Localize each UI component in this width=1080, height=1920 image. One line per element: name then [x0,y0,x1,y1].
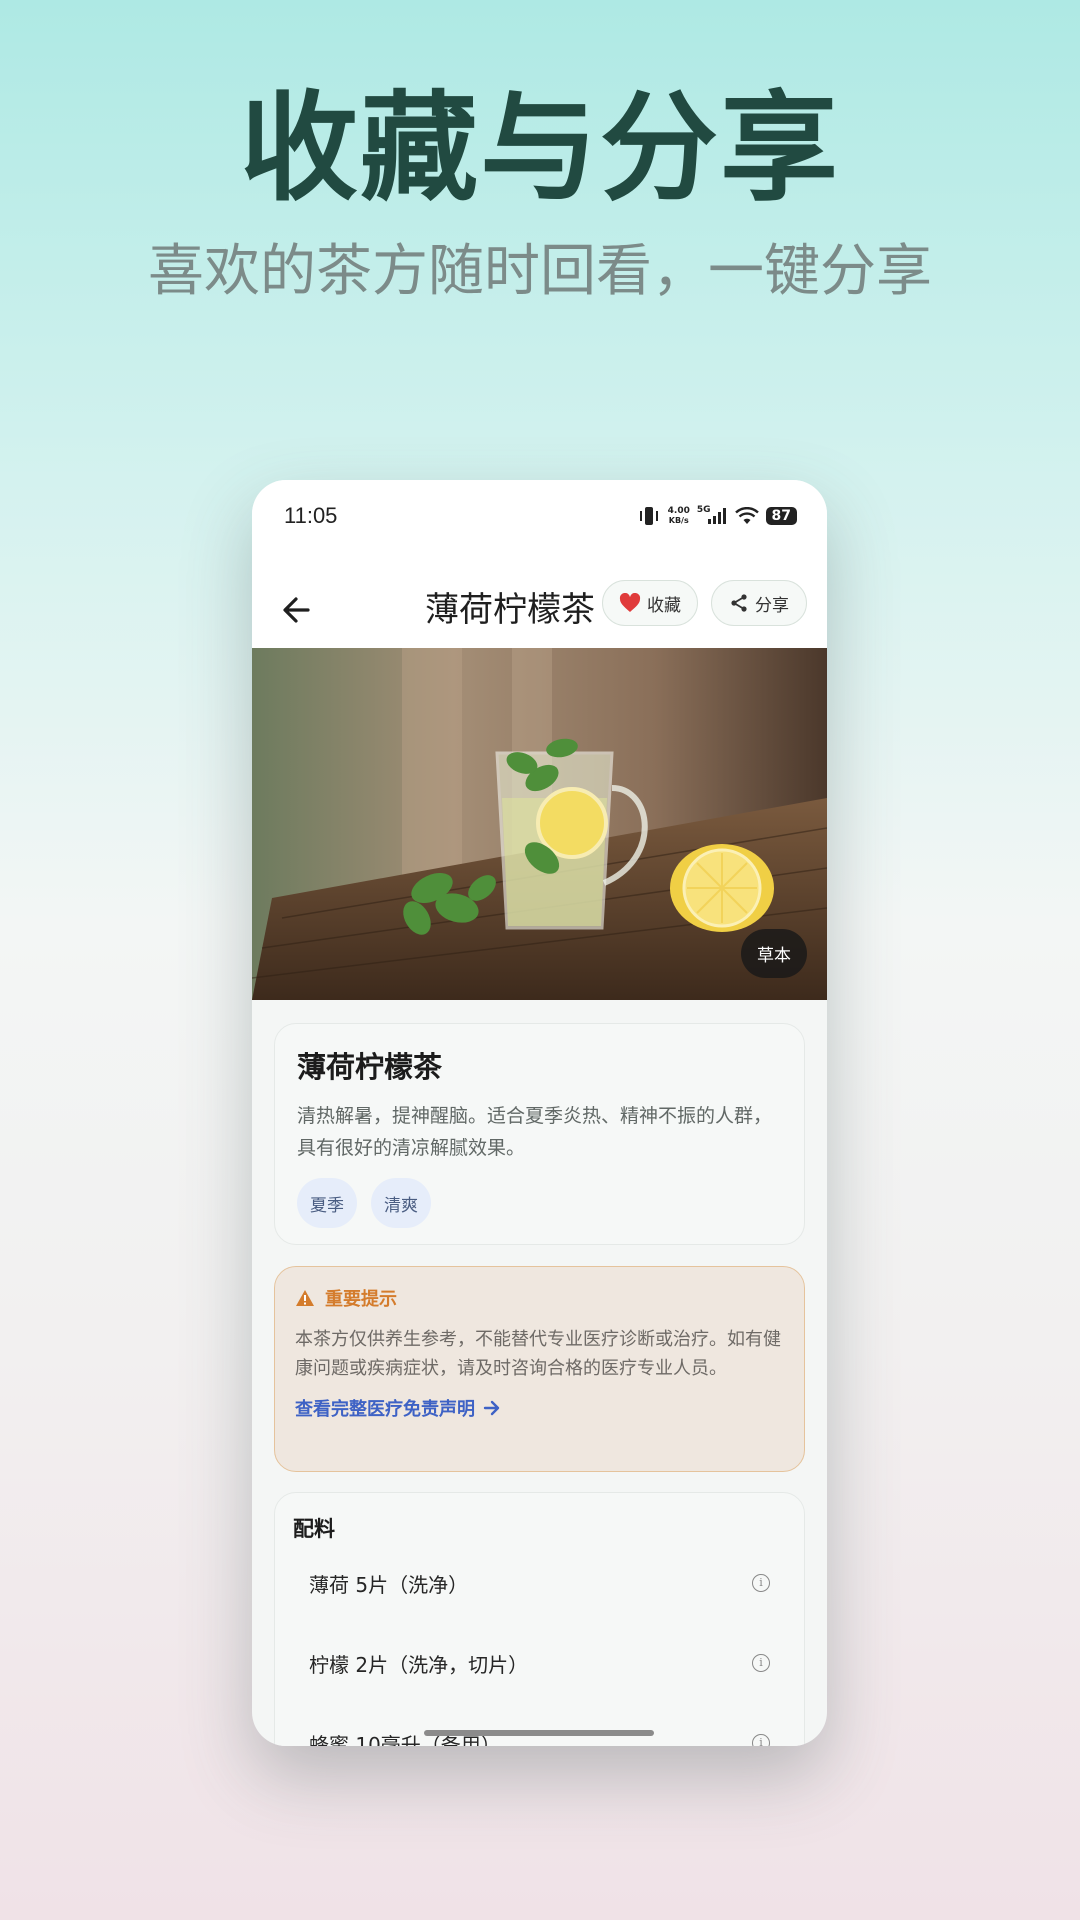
recipe-info-card: 薄荷柠檬茶 清热解暑，提神醒脑。适合夏季炎热、精神不振的人群，具有很好的清凉解腻… [274,1023,805,1245]
warning-triangle-icon [296,1290,314,1306]
vibrate-icon [639,507,658,525]
heart-icon [619,593,641,612]
back-arrow-icon[interactable] [278,590,318,630]
ingredient-label: 柠檬 2片（洗净，切片） [309,1652,529,1677]
phone-screen: 11:05 4.00 KB/s 5G 87 薄荷柠檬茶 收藏 分享 草本 薄荷柠… [252,480,827,1746]
status-time: 11:05 [284,503,338,528]
tag-chip[interactable]: 清爽 [371,1178,431,1228]
info-icon[interactable]: i [752,1574,770,1592]
arrow-right-icon [483,1400,500,1416]
medical-warning-card: 重要提示 本茶方仅供养生参考，不能替代专业医疗诊断或治疗。如有健康问题或疾病症状… [274,1266,805,1472]
warning-text: 本茶方仅供养生参考，不能替代专业医疗诊断或治疗。如有健康问题或疾病症状，请及时咨… [295,1329,781,1379]
favorite-button[interactable]: 收藏 [602,580,698,626]
ingredient-row[interactable]: 柠檬 2片（洗净，切片） i [293,1623,786,1703]
battery-indicator: 87 [765,507,797,525]
promo-subtitle: 喜欢的茶方随时回看，一键分享 [148,239,932,304]
wifi-icon [734,507,759,524]
ingredients-card: 配料 薄荷 5片（洗净） i 柠檬 2片（洗净，切片） i 蜂蜜 10毫升（备用… [274,1492,805,1746]
ingredient-row[interactable]: 薄荷 5片（洗净） i [293,1543,786,1623]
info-icon[interactable]: i [752,1654,770,1672]
tag-chip[interactable]: 夏季 [297,1178,357,1228]
promo-title: 收藏与分享 [239,79,840,217]
home-indicator[interactable] [424,1730,654,1736]
signal-icon [707,508,726,524]
warning-header: 重要提示 [295,1285,784,1311]
status-icons: 4.00 KB/s 5G 87 [637,505,797,526]
ingredient-label: 薄荷 5片（洗净） [309,1572,469,1597]
disclaimer-link[interactable]: 查看完整医疗免责声明 [295,1395,784,1421]
recipe-description: 清热解暑，提神醒脑。适合夏季炎热、精神不振的人群，具有很好的清凉解腻效果。 [297,1105,773,1159]
tag-list: 夏季 清爽 [297,1178,782,1228]
info-icon[interactable]: i [752,1734,770,1746]
status-bar: 11:05 4.00 KB/s 5G 87 [252,480,827,552]
app-bar-title: 薄荷柠檬茶 [425,590,595,630]
recipe-name: 薄荷柠檬茶 [297,1050,443,1084]
ingredients-title: 配料 [293,1517,335,1541]
net-speed: 4.00 KB/s [667,506,690,525]
warning-title: 重要提示 [325,1289,397,1310]
network-type: 5G [696,505,711,515]
share-icon [731,594,747,612]
category-badge: 草本 [741,929,807,978]
recipe-photo: 草本 [252,648,827,1000]
share-label: 分享 [755,595,789,616]
share-button[interactable]: 分享 [711,580,807,626]
disclaimer-link-label: 查看完整医疗免责声明 [295,1399,475,1420]
favorite-label: 收藏 [647,595,681,616]
ingredient-row[interactable]: 蜂蜜 10毫升（备用） i [293,1703,786,1746]
